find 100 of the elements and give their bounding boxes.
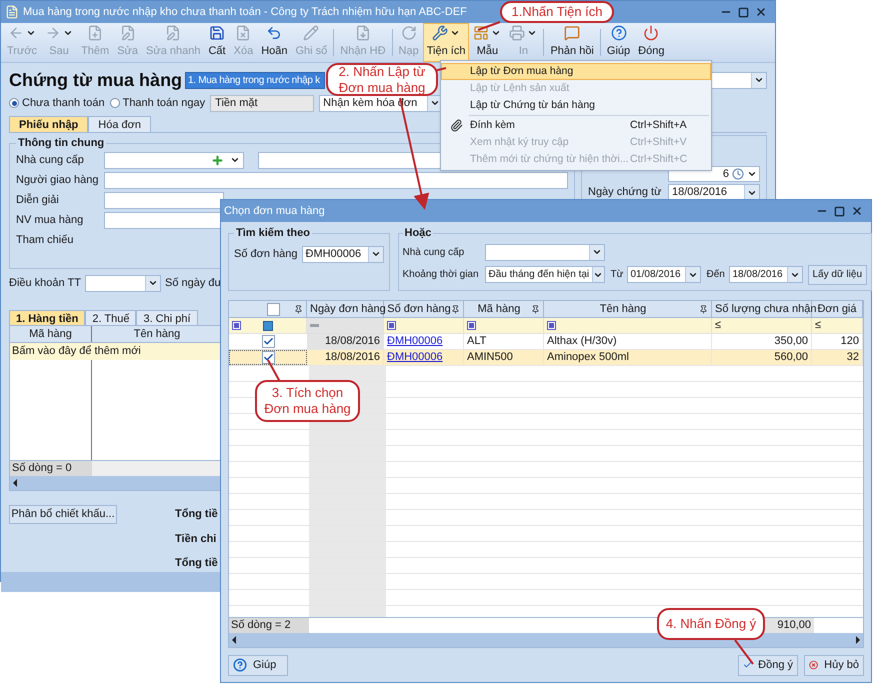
callout: 4. Nhấn Đồng ý bbox=[657, 608, 765, 640]
order-number-combo[interactable]: ĐMH00006 bbox=[302, 246, 384, 262]
table-cell: AMIN500 bbox=[464, 350, 544, 365]
field-label: Tham chiếu bbox=[16, 232, 74, 248]
period-combo[interactable]: Đầu tháng đến hiện tại bbox=[484, 266, 604, 283]
fetch-data-button[interactable]: Lấy dữ liệu bbox=[808, 264, 868, 284]
tab[interactable]: 2. Thuế bbox=[85, 310, 136, 325]
supplier-field[interactable] bbox=[104, 152, 244, 168]
row-checkbox[interactable] bbox=[262, 335, 274, 348]
combo-field[interactable] bbox=[711, 72, 767, 88]
callout: 1.Nhấn Tiện ích bbox=[500, 1, 614, 23]
text-field[interactable] bbox=[104, 192, 224, 208]
scrollbar[interactable] bbox=[10, 476, 222, 490]
column-header[interactable]: Mã hàng bbox=[467, 301, 531, 318]
column-header[interactable]: Ngày đơn hàng bbox=[310, 301, 386, 318]
column-header[interactable]: Đơn giá bbox=[815, 301, 859, 318]
pencil-icon bbox=[303, 25, 320, 42]
voucher-type-combo[interactable]: 1. Mua hàng trong nước nhập k bbox=[185, 72, 325, 88]
toolbar-button[interactable]: Mẫu bbox=[469, 23, 506, 62]
caret-icon bbox=[230, 155, 240, 165]
leader-line bbox=[734, 639, 754, 665]
close-icon[interactable] bbox=[755, 6, 767, 18]
table-cell: Althax (H/30v) bbox=[544, 334, 712, 349]
column-header: Mã hàng bbox=[10, 326, 92, 342]
close-icon[interactable] bbox=[851, 205, 863, 217]
pin-icon[interactable] bbox=[451, 304, 460, 314]
field-label: Nhà cung cấp bbox=[402, 246, 466, 260]
pin-icon[interactable] bbox=[531, 304, 540, 314]
menu-item[interactable]: Lập từ Chứng từ bán hàng bbox=[441, 97, 711, 114]
field-label: Số ngày đư bbox=[165, 276, 222, 291]
menu-item[interactable]: Đính kèm Ctrl+Shift+A bbox=[441, 117, 711, 134]
to-date-combo[interactable]: 18/08/2016 bbox=[728, 266, 802, 283]
column-header[interactable]: Số lượng chưa nhận bbox=[715, 301, 816, 318]
document-pen-icon bbox=[165, 25, 182, 42]
toolbar-button[interactable]: Tiện ích bbox=[422, 23, 470, 62]
table-cell: 560,00 bbox=[712, 350, 812, 365]
radio-option[interactable]: Chưa thanh toán bbox=[9, 94, 105, 112]
document-icon bbox=[5, 5, 19, 19]
filter-operator[interactable]: ≤ bbox=[815, 317, 822, 334]
add-icon[interactable] bbox=[211, 154, 224, 166]
row-checkbox[interactable] bbox=[262, 351, 274, 364]
tab[interactable]: Phiếu nhập bbox=[9, 116, 88, 132]
table-cell: Aminopex 500ml bbox=[544, 350, 712, 365]
total-label: Tiền chi bbox=[175, 532, 218, 546]
dialog-button[interactable]: Hủy bỏ bbox=[804, 654, 864, 676]
scrollbar[interactable] bbox=[229, 633, 863, 647]
toolbar-button[interactable]: Cất bbox=[204, 23, 230, 62]
speech-bubble-icon bbox=[564, 25, 580, 42]
order-link[interactable]: ĐMH00006 bbox=[384, 334, 464, 349]
pin-icon[interactable] bbox=[699, 304, 708, 314]
printer-icon bbox=[509, 25, 526, 42]
table-cell: ALT bbox=[464, 334, 544, 349]
table-cell: 18/08/2016 bbox=[307, 334, 384, 349]
allocate-discount-button[interactable]: Phân bổ chiết khấu... bbox=[9, 505, 117, 524]
field-label: Người giao hàng bbox=[16, 172, 100, 188]
payment-method-field[interactable]: Tiền mặt bbox=[210, 94, 314, 112]
grid-row[interactable]: 18/08/2016 ĐMH00006 ALT Althax (H/30v) 350,00 120 bbox=[229, 334, 863, 350]
group-title: Tìm kiếm theo bbox=[235, 226, 311, 241]
column-header[interactable]: Tên hàng bbox=[547, 301, 699, 318]
table-cell: 350,00 bbox=[712, 334, 812, 349]
from-date-combo[interactable]: 01/08/2016 bbox=[626, 266, 700, 283]
filter-icon[interactable] bbox=[547, 321, 556, 330]
field-label: Ngày chứng từ bbox=[588, 185, 662, 200]
group-title: Thông tin chung bbox=[17, 136, 106, 151]
maximize-icon[interactable] bbox=[738, 6, 749, 18]
voucher-title: Chứng từ mua hàng bbox=[9, 68, 184, 92]
toolbar-button[interactable]: Giúp bbox=[602, 23, 634, 62]
pin-icon[interactable] bbox=[294, 304, 303, 314]
dialog-button[interactable]: Giúp bbox=[228, 654, 288, 676]
filter-icon[interactable] bbox=[232, 321, 241, 330]
toolbar-button[interactable]: Hoãn bbox=[257, 23, 292, 62]
order-link[interactable]: ĐMH00006 bbox=[384, 350, 464, 365]
layout-icon bbox=[473, 25, 490, 42]
filter-toggle-icon[interactable] bbox=[263, 320, 273, 330]
new-row-hint[interactable]: Bấm vào đây để thêm mới bbox=[10, 343, 222, 360]
text-field[interactable] bbox=[104, 172, 568, 188]
filter-icon[interactable] bbox=[387, 321, 396, 330]
maximize-icon[interactable] bbox=[834, 206, 845, 216]
tab[interactable]: Hóa đơn bbox=[88, 116, 151, 132]
document-pen-icon bbox=[120, 25, 136, 42]
table-cell: 120 bbox=[812, 334, 863, 349]
tab[interactable]: 1. Hàng tiền bbox=[9, 310, 86, 325]
row-count: Số dòng = 0 bbox=[10, 461, 92, 476]
filter-operator[interactable]: ≤ bbox=[715, 317, 722, 334]
menu-item[interactable]: Lập từ Đơn mua hàng bbox=[441, 63, 711, 80]
callout: 2. Nhấn Lập từ Đơn mua hàng bbox=[326, 63, 438, 96]
refresh-icon bbox=[400, 25, 417, 42]
radio-option[interactable]: Thanh toán ngay bbox=[110, 94, 206, 112]
grid-row[interactable]: 18/08/2016 ĐMH00006 AMIN500 Aminopex 500ml 560,00 32 bbox=[229, 350, 863, 366]
column-header[interactable]: Số đơn hàng bbox=[387, 301, 451, 318]
select-all-checkbox[interactable] bbox=[267, 302, 280, 316]
filter-icon[interactable] bbox=[467, 321, 476, 330]
toolbar-button[interactable]: Đóng bbox=[634, 23, 668, 62]
toolbar-button[interactable]: Phản hồi bbox=[546, 23, 598, 62]
document-x-icon bbox=[235, 25, 252, 42]
save-icon bbox=[209, 25, 226, 42]
clock-icon[interactable] bbox=[732, 168, 744, 180]
dialog-button[interactable]: Đồng ý bbox=[738, 654, 798, 676]
power-icon bbox=[643, 25, 660, 42]
tab[interactable]: 3. Chi phí bbox=[136, 310, 198, 325]
